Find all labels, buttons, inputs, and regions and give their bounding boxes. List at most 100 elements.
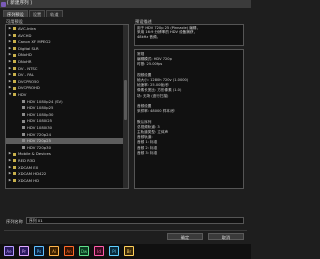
tree-preset-item[interactable]: HDV 720p25 <box>6 138 124 144</box>
dreamweaver-icon[interactable]: Dw <box>79 246 89 256</box>
collapsed-arrow-icon[interactable]: ▶ <box>8 39 12 44</box>
tree-folder-item[interactable]: ▶ Mobile & Devices <box>6 151 124 156</box>
prelude-icon[interactable]: Pl <box>109 246 119 256</box>
tree-preset-item[interactable]: HDV 720p24 <box>6 132 124 137</box>
tree-preset-item[interactable]: HDV 1080p30 <box>6 112 124 117</box>
illustrator-icon[interactable]: Ai <box>49 246 59 256</box>
tree-folder-item[interactable]: ▶ XDCAM HD <box>6 178 124 183</box>
preset-tree[interactable]: ▶ AVC-Intra ▶ AVCHD ▶ Canon XF MPEG2 ▶ Digital … <box>5 24 129 189</box>
collapsed-arrow-icon[interactable]: ▶ <box>8 165 12 170</box>
folder-icon <box>13 46 17 50</box>
tree-item-label: HDV 720p24 <box>27 131 52 137</box>
tree-item-label: HDV <box>18 92 27 97</box>
folder-icon <box>13 159 17 163</box>
folder-icon <box>13 79 17 83</box>
folder-icon <box>13 178 17 182</box>
tree-folder-item[interactable]: ▶ DVCPROHD <box>6 85 124 90</box>
premiere-app-icon <box>1 1 6 7</box>
indesign-icon[interactable]: Id <box>94 246 104 256</box>
collapsed-arrow-icon[interactable]: ▶ <box>8 171 12 176</box>
collapsed-arrow-icon[interactable]: ▶ <box>8 66 12 71</box>
tree-preset-item[interactable]: HDV 1080p24 (SV) <box>6 99 124 104</box>
photoshop-icon[interactable]: Ps <box>34 246 44 256</box>
collapsed-arrow-icon[interactable]: ▶ <box>8 151 12 156</box>
tree-folder-item[interactable]: ▶ DV - PAL <box>6 72 124 77</box>
detail-line: 编辑模式: HDV 720p <box>137 57 172 62</box>
tree-folder-item[interactable]: ▼ HDV <box>6 92 124 97</box>
tree-folder-item[interactable]: ▶ Digital SLR <box>6 46 124 51</box>
tree-folder-item[interactable]: ▶ AVCHD <box>6 33 124 38</box>
description-line: 48kHz 音频。 <box>137 34 161 39</box>
collapsed-arrow-icon[interactable]: ▶ <box>8 158 12 163</box>
tree-item-label: Digital SLR <box>18 45 39 51</box>
tree-folder-item[interactable]: ▶ XDCAM EX <box>6 165 124 170</box>
folder-icon <box>13 86 17 90</box>
folder-icon <box>13 172 17 176</box>
tree-item-label: RED R3D <box>18 158 36 163</box>
tab-settings[interactable]: 设置 <box>28 10 46 17</box>
preset-details-box: 常规 编辑模式: HDV 720p 时基: 25.00fps 视频设置 帧大小: 128… <box>134 49 244 189</box>
collapsed-arrow-icon[interactable]: ▶ <box>8 178 12 183</box>
tree-item-label: DV - NTSC <box>18 65 38 71</box>
detail-line: 采样率: 48000 样本/秒 <box>137 109 175 114</box>
detail-line: 音频设置 <box>137 104 152 108</box>
tree-item-label: DVCPROHD <box>18 85 40 91</box>
tree-scrollbar-thumb[interactable] <box>124 80 127 120</box>
bridge-icon[interactable]: Br <box>124 246 134 256</box>
tree-folder-item[interactable]: ▶ DNxHD <box>6 52 124 57</box>
collapsed-arrow-icon[interactable]: ▶ <box>8 59 12 64</box>
preset-file-icon <box>22 99 26 103</box>
detail-line: 音频轨道: <box>137 135 153 140</box>
tab-presets[interactable]: 序列预设 <box>3 10 28 17</box>
tree-folder-item[interactable]: ▶ RED R3D <box>6 158 124 163</box>
collapsed-arrow-icon[interactable]: ▶ <box>8 52 12 57</box>
tree-folder-item[interactable]: ▶ Canon XF MPEG2 <box>6 39 124 44</box>
cancel-button[interactable]: 取消 <box>208 233 244 240</box>
preset-file-icon <box>22 139 26 143</box>
detail-line: 音频 2: 标准 <box>137 145 158 150</box>
detail-line: 时基: 25.00fps <box>137 62 163 67</box>
after-effects-icon[interactable]: Ae <box>4 246 14 256</box>
collapsed-arrow-icon[interactable]: ▶ <box>8 85 12 90</box>
folder-icon <box>13 165 17 169</box>
tree-item-label: HDV 1080i30 <box>27 125 53 130</box>
tree-item-label: XDCAM HD422 <box>18 171 47 177</box>
folder-icon <box>13 66 17 70</box>
folder-icon <box>13 60 17 64</box>
tree-folder-item[interactable]: ▶ DNxHR <box>6 59 124 64</box>
folder-icon <box>13 27 17 31</box>
tree-preset-item[interactable]: HDV 1080i25 <box>6 118 124 123</box>
tree-folder-item[interactable]: ▶ AVC-Intra <box>6 26 124 31</box>
tree-item-label: Mobile & Devices <box>18 151 51 157</box>
ok-button[interactable]: 确定 <box>167 233 203 240</box>
tree-folder-item[interactable]: ▶ DVCPRO50 <box>6 79 124 84</box>
premiere-icon[interactable]: Pr <box>19 246 29 256</box>
collapsed-arrow-icon[interactable]: ▶ <box>8 72 12 77</box>
collapsed-arrow-icon[interactable]: ▶ <box>8 33 12 38</box>
detail-line: 帧大小: 1280h 720v (1.0000) <box>137 78 189 82</box>
tree-item-label: HDV 1080p24 (SV) <box>27 98 63 104</box>
tree-preset-item[interactable]: HDV 720p30 <box>6 145 124 150</box>
detail-line: 视频设置 <box>137 72 152 77</box>
collapsed-arrow-icon[interactable]: ▶ <box>8 46 12 51</box>
tree-item-label: HDV 720p30 <box>27 144 52 150</box>
expanded-arrow-icon[interactable]: ▼ <box>8 92 12 97</box>
collapsed-arrow-icon[interactable]: ▶ <box>8 79 12 84</box>
divider <box>4 230 247 231</box>
tab-tracks[interactable]: 轨道 <box>46 10 63 17</box>
tree-folder-item[interactable]: ▶ XDCAM HD422 <box>6 171 124 176</box>
detail-line: 主轨道类型: 立体声 <box>137 130 169 134</box>
tree-item-label: DNxHD <box>18 52 32 58</box>
detail-line: 帧速率: 25.00帧/秒 <box>137 83 169 88</box>
sequence-name-input[interactable]: 序列 01 <box>26 217 244 224</box>
animate-icon[interactable]: An <box>64 246 74 256</box>
tree-item-label: DVCPRO50 <box>18 78 39 84</box>
detail-line: 常规 <box>137 52 145 56</box>
collapsed-arrow-icon[interactable]: ▶ <box>8 26 12 31</box>
preset-file-icon <box>22 119 26 123</box>
tree-preset-item[interactable]: HDV 1080i30 <box>6 125 124 130</box>
detail-line: 音频 3: 标准 <box>137 150 158 155</box>
tree-folder-item[interactable]: ▶ DV - NTSC <box>6 66 124 71</box>
tree-preset-item[interactable]: HDV 1080p25 <box>6 105 124 110</box>
tree-item-label: XDCAM EX <box>18 164 39 170</box>
